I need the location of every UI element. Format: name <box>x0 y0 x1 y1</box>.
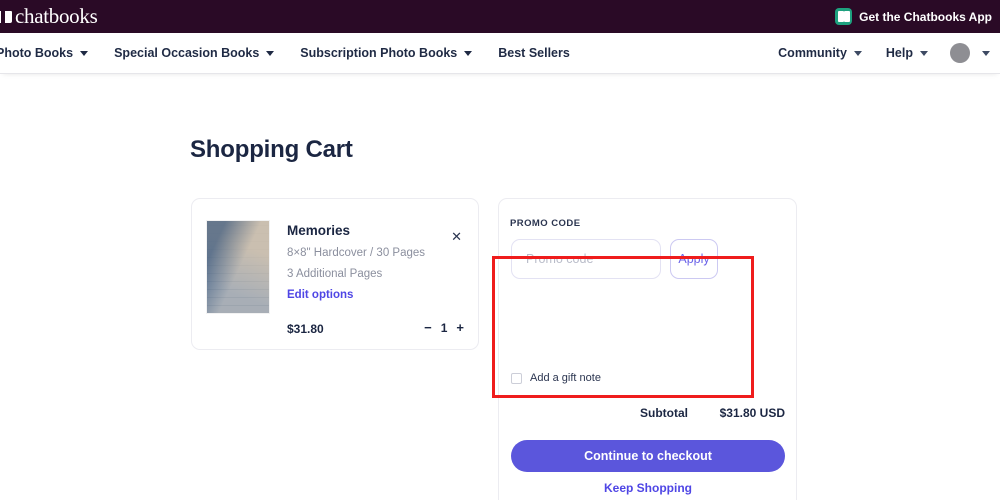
chatbooks-logo[interactable]: chatbooks <box>0 4 98 28</box>
brand-bar: chatbooks Get the Chatbooks App <box>0 0 1000 33</box>
get-app-link[interactable]: Get the Chatbooks App <box>835 8 992 25</box>
nav-label: Special Occasion Books <box>114 46 260 60</box>
nav-item-special-occasion-books[interactable]: Special Occasion Books <box>114 46 275 60</box>
product-thumbnail <box>207 221 269 313</box>
nav-label: Photo Books <box>0 46 74 60</box>
quantity-stepper: − 1 + <box>424 320 464 335</box>
keep-shopping-link[interactable]: Keep Shopping <box>511 481 785 495</box>
page-root: chatbooks Get the Chatbooks App Photo Bo… <box>0 0 1000 500</box>
promo-code-label: PROMO CODE <box>510 218 581 229</box>
book-logo-icon <box>0 9 12 24</box>
nav-left-group: Photo Books Special Occasion Books Subsc… <box>0 46 596 60</box>
nav-label: Subscription Photo Books <box>300 46 458 60</box>
quantity-decrement-button[interactable]: − <box>424 320 432 335</box>
continue-to-checkout-button[interactable]: Continue to checkout <box>511 440 785 472</box>
cart-item-card: Memories 8×8" Hardcover / 30 Pages 3 Add… <box>191 198 479 350</box>
apply-promo-button[interactable]: Apply <box>670 239 718 279</box>
nav-label: Help <box>885 46 913 60</box>
page-body: Shopping Cart Memories 8×8" Hardcover / … <box>0 74 1000 500</box>
promo-code-input[interactable] <box>511 239 661 279</box>
subtotal-label: Subtotal <box>640 406 688 420</box>
quantity-value: 1 <box>440 320 448 335</box>
user-avatar[interactable] <box>950 43 970 63</box>
nav-item-help[interactable]: Help <box>886 46 928 60</box>
get-app-label: Get the Chatbooks App <box>859 9 992 24</box>
subtotal-row: Subtotal $31.80 USD <box>510 406 785 420</box>
subtotal-value: $31.80 USD <box>719 406 785 420</box>
nav-item-subscription-photo-books[interactable]: Subscription Photo Books <box>300 46 473 60</box>
product-spec: 8×8" Hardcover / 30 Pages <box>287 247 426 259</box>
nav-item-best-sellers[interactable]: Best Sellers <box>498 46 570 60</box>
edit-options-link[interactable]: Edit options <box>287 289 353 301</box>
chevron-down-icon <box>266 50 275 56</box>
chevron-down-icon <box>464 50 473 56</box>
quantity-increment-button[interactable]: + <box>456 320 464 335</box>
nav-item-community[interactable]: Community <box>778 46 862 60</box>
chevron-down-icon <box>920 50 928 56</box>
brand-name-text: chatbooks <box>15 4 98 28</box>
gift-note-label: Add a gift note <box>530 372 601 384</box>
page-title: Shopping Cart <box>190 136 353 163</box>
gift-note-row[interactable]: Add a gift note <box>511 372 601 384</box>
product-price: $31.80 <box>287 322 324 336</box>
remove-item-icon[interactable]: ✕ <box>451 229 462 245</box>
product-title: Memories <box>287 223 351 238</box>
nav-item-photo-books[interactable]: Photo Books <box>0 46 89 60</box>
nav-label: Community <box>778 46 847 60</box>
main-navigation: Photo Books Special Occasion Books Subsc… <box>0 33 1000 74</box>
gift-note-checkbox[interactable] <box>511 372 522 384</box>
chatbooks-app-icon <box>835 8 853 25</box>
nav-right-group: Community Help <box>754 43 990 63</box>
nav-label: Best Sellers <box>498 46 570 60</box>
chevron-down-icon <box>853 50 862 56</box>
chevron-down-icon <box>80 50 89 56</box>
account-chevron-down-icon[interactable] <box>982 50 990 56</box>
product-additional-pages: 3 Additional Pages <box>287 268 383 280</box>
